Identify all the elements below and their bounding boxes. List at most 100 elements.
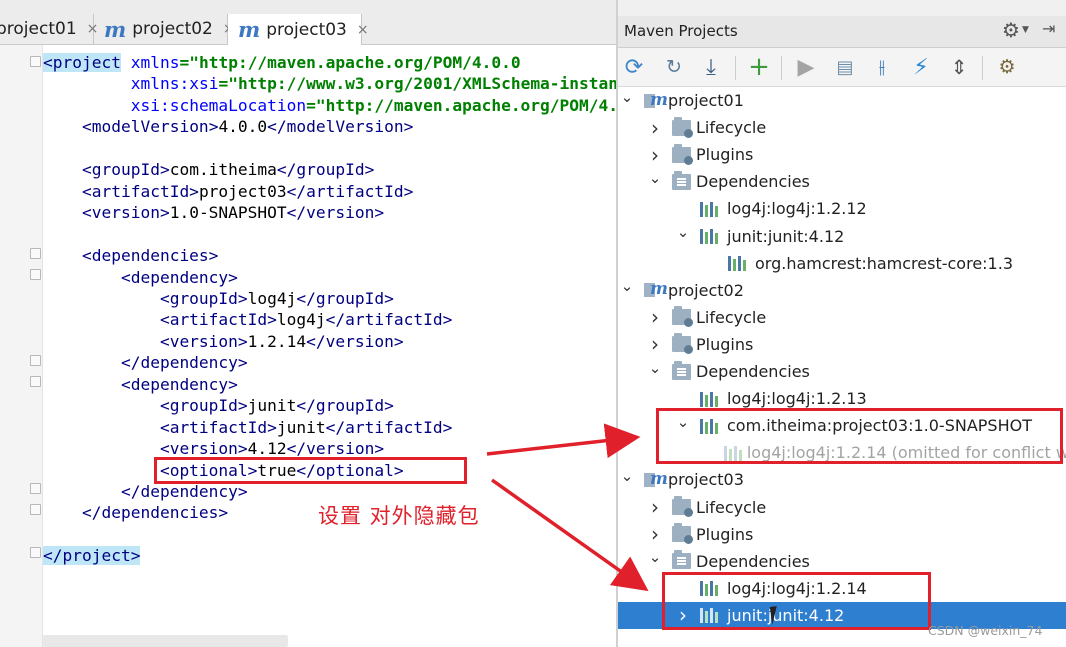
fold-marker-icon[interactable] xyxy=(30,56,41,67)
chevron-right-icon[interactable]: › xyxy=(648,522,662,546)
tree-row[interactable]: log4j:log4j:1.2.12 xyxy=(618,195,1066,222)
code-line[interactable]: <artifactId>project03</artifactId> xyxy=(43,181,413,202)
code-line[interactable]: <dependency> xyxy=(43,267,238,288)
code-line[interactable]: <version>1.2.14</version> xyxy=(43,331,404,352)
code-token: <dependency> xyxy=(43,374,238,394)
tree-row[interactable]: › Lifecycle xyxy=(618,114,1066,141)
chevron-down-icon[interactable]: ▼ xyxy=(1022,25,1029,35)
code-line[interactable]: xsi:schemaLocation="http://maven.apache.… xyxy=(43,95,616,116)
chevron-down-icon[interactable]: ⌄ xyxy=(648,548,662,566)
code-token: 4.12 xyxy=(247,439,287,459)
settings-icon[interactable]: ⚙ xyxy=(992,52,1022,82)
skip-tests-icon[interactable]: ⚡ xyxy=(906,52,936,82)
run-icon[interactable]: ▶ xyxy=(791,52,821,82)
fold-marker-icon[interactable] xyxy=(30,269,41,280)
code-token: </dependency> xyxy=(43,482,248,501)
fold-marker-icon[interactable] xyxy=(30,355,41,366)
maven-project-icon: m xyxy=(644,90,668,110)
reimport-icon[interactable]: ⟳ xyxy=(619,52,649,82)
tree-row-label: project02 xyxy=(668,280,744,300)
tab-project02[interactable]: m project02 × xyxy=(94,14,235,44)
chevron-down-icon[interactable]: ⌄ xyxy=(620,467,634,485)
close-icon[interactable]: × xyxy=(357,22,369,38)
fold-marker-icon[interactable] xyxy=(30,248,41,259)
hide-panel-icon[interactable]: ⇥ xyxy=(1042,19,1055,38)
code-line[interactable]: xmlns:xsi="http://www.w3.org/2001/XMLSch… xyxy=(43,73,616,94)
code-token: : xyxy=(159,95,170,115)
code-token: ="http://maven.apache.org/POM/4.0.0 http… xyxy=(306,95,616,115)
code-line[interactable]: <dependency> xyxy=(43,374,238,395)
code-line[interactable]: </project> xyxy=(43,545,141,566)
fold-marker-icon[interactable] xyxy=(30,504,41,515)
chevron-down-icon[interactable]: ⌄ xyxy=(620,277,634,295)
code-line[interactable]: <artifactId>junit</artifactId> xyxy=(43,417,452,438)
code-line[interactable]: <project xmlns="http://maven.apache.org/… xyxy=(43,52,521,73)
download-icon[interactable]: ⤓ xyxy=(696,52,726,82)
library-icon xyxy=(700,391,722,407)
dependencies-folder-icon xyxy=(672,360,691,380)
toggle-offline-icon[interactable]: ⫲ xyxy=(867,52,897,82)
code-token: <artifactId> xyxy=(43,310,277,330)
chevron-right-icon[interactable]: › xyxy=(648,143,662,167)
code-line[interactable]: </dependency> xyxy=(43,481,248,502)
tree-row-label: Lifecycle xyxy=(696,118,767,138)
code-line[interactable]: <dependencies> xyxy=(43,245,218,266)
code-token: xsi xyxy=(43,95,160,115)
code-line[interactable]: <groupId>junit</groupId> xyxy=(43,395,394,416)
tree-row[interactable]: › Lifecycle xyxy=(618,494,1066,521)
chevron-right-icon[interactable]: › xyxy=(648,116,662,140)
fold-marker-icon[interactable] xyxy=(30,483,41,494)
horizontal-scrollbar[interactable] xyxy=(43,635,288,647)
chevron-down-icon[interactable]: ⌄ xyxy=(620,88,634,106)
tree-row[interactable]: ⌄ junit:junit:4.12 xyxy=(618,223,1066,250)
chevron-down-icon[interactable]: ⌄ xyxy=(648,169,662,187)
code-line[interactable]: </dependencies> xyxy=(43,502,228,523)
library-icon xyxy=(700,228,722,244)
tree-row[interactable]: ⌄ Dependencies xyxy=(618,358,1066,385)
chevron-down-icon[interactable]: ⌄ xyxy=(648,359,662,377)
fold-marker-icon[interactable] xyxy=(30,547,41,558)
tree-row[interactable]: ⌄ Dependencies xyxy=(618,548,1066,575)
tab-project01[interactable]: project01 × xyxy=(0,14,98,44)
tab-project03[interactable]: m project03 × xyxy=(228,14,369,45)
chevron-right-icon[interactable]: › xyxy=(648,332,662,356)
tree-row[interactable]: › Plugins xyxy=(618,331,1066,358)
code-line[interactable]: <groupId>log4j</groupId> xyxy=(43,288,394,309)
tree-row-label: project03 xyxy=(668,470,744,490)
fold-marker-icon[interactable] xyxy=(30,376,41,387)
chevron-right-icon[interactable]: › xyxy=(648,305,662,329)
code-line[interactable]: </dependency> xyxy=(43,352,248,373)
tree-row[interactable]: ⌄ m project01 xyxy=(618,87,1066,114)
folder-gear-icon xyxy=(672,143,693,165)
code-token: </artifactId> xyxy=(286,181,414,201)
code-token: <version> xyxy=(43,203,170,223)
tree-row[interactable]: ⌄ m project03 xyxy=(618,466,1066,493)
maven-project-icon: m xyxy=(644,469,668,489)
tree-row[interactable]: org.hamcrest:hamcrest-core:1.3 xyxy=(618,250,1066,277)
collapse-all-icon[interactable]: ⇕ xyxy=(944,52,974,82)
code-token: </artifactId> xyxy=(325,310,453,330)
tree-row[interactable]: › Lifecycle xyxy=(618,304,1066,331)
code-line[interactable]: <modelVersion>4.0.0</modelVersion> xyxy=(43,116,413,137)
chevron-down-icon[interactable]: ⌄ xyxy=(676,223,690,241)
code-line[interactable]: <version>1.0-SNAPSHOT</version> xyxy=(43,202,384,223)
code-token: </version> xyxy=(286,203,385,223)
gear-icon[interactable]: ⚙ xyxy=(1002,18,1020,42)
code-token: <groupId> xyxy=(43,396,248,416)
generate-sources-icon[interactable]: ↻ xyxy=(659,52,689,82)
maven-project-icon: m xyxy=(644,279,668,299)
code-line[interactable]: <artifactId>log4j</artifactId> xyxy=(43,309,452,330)
code-line[interactable]: <groupId>com.itheima</groupId> xyxy=(43,159,374,180)
code-token: </version> xyxy=(306,331,404,351)
code-line[interactable]: <version>4.12</version> xyxy=(43,438,384,459)
tree-row[interactable]: › Plugins xyxy=(618,521,1066,548)
maven-panel-header: Maven Projects ⚙ ▼ ⇥ xyxy=(618,16,1066,48)
tree-row[interactable]: ⌄ m project02 xyxy=(618,277,1066,304)
tree-row[interactable]: › Plugins xyxy=(618,141,1066,168)
tree-row[interactable]: ⌄ Dependencies xyxy=(618,168,1066,195)
execute-goal-icon[interactable]: ▤ xyxy=(830,52,860,82)
add-project-icon[interactable]: + xyxy=(744,52,774,82)
chevron-right-icon[interactable]: › xyxy=(648,495,662,519)
code-token: < xyxy=(43,117,92,137)
